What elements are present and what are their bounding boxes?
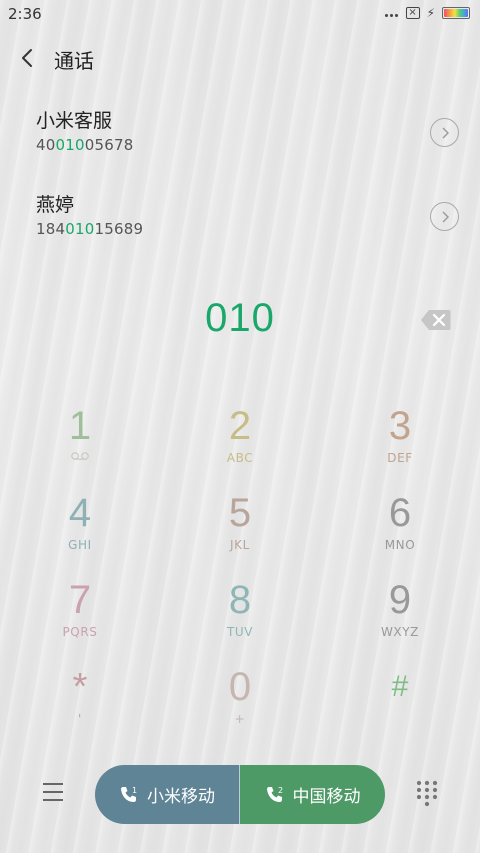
header: 通话 bbox=[0, 36, 480, 80]
status-icons: × ⚡ bbox=[383, 6, 470, 20]
voicemail-icon bbox=[71, 452, 89, 460]
contact-item[interactable]: 小米客服 4001005678 bbox=[0, 106, 480, 176]
svg-text:1: 1 bbox=[132, 786, 137, 795]
sim1-label: 小米移动 bbox=[147, 787, 215, 807]
key-digit: 2 bbox=[228, 404, 252, 448]
menu-icon[interactable] bbox=[42, 782, 64, 802]
key-5[interactable]: 5 JKL bbox=[160, 487, 320, 573]
status-bar: 2:36 × ⚡ bbox=[0, 0, 480, 28]
key-digit: 1 bbox=[68, 404, 92, 448]
key-1[interactable]: 1 bbox=[0, 400, 160, 486]
contact-number: 18401015689 bbox=[36, 220, 144, 238]
key-letters: MNO bbox=[384, 538, 416, 552]
key-4[interactable]: 4 GHI bbox=[0, 487, 160, 573]
keypad-icon[interactable] bbox=[415, 780, 439, 808]
key-8[interactable]: 8 TUV bbox=[160, 574, 320, 660]
no-sim-icon: × bbox=[405, 7, 420, 19]
key-pause-mark: ' bbox=[78, 712, 82, 726]
key-digit: 3 bbox=[388, 404, 412, 448]
page-title: 通话 bbox=[54, 49, 94, 73]
key-letters: GHI bbox=[68, 538, 92, 552]
sim2-label: 中国移动 bbox=[292, 787, 361, 807]
contact-number: 4001005678 bbox=[36, 136, 134, 154]
svg-text:2: 2 bbox=[278, 786, 283, 795]
key-2[interactable]: 2 ABC bbox=[160, 400, 320, 486]
key-digit: 8 bbox=[228, 578, 252, 622]
contact-item[interactable]: 燕婷 18401015689 bbox=[0, 190, 480, 260]
battery-icon bbox=[442, 7, 470, 19]
key-hash[interactable]: # bbox=[320, 661, 480, 747]
key-6[interactable]: 6 MNO bbox=[320, 487, 480, 573]
status-time: 2:36 bbox=[8, 5, 42, 23]
key-digit: 4 bbox=[68, 491, 92, 535]
chevron-right-icon bbox=[442, 211, 449, 222]
key-digit: * bbox=[72, 666, 88, 708]
key-digit: 9 bbox=[388, 578, 412, 622]
back-icon[interactable] bbox=[18, 46, 38, 70]
call-sim1-button[interactable]: 1 小米移动 bbox=[95, 765, 240, 824]
key-9[interactable]: 9 WXYZ bbox=[320, 574, 480, 660]
phone-icon: 2 bbox=[266, 786, 283, 802]
contact-name: 燕婷 bbox=[36, 194, 75, 216]
charging-icon: ⚡ bbox=[426, 6, 435, 20]
phone-icon: 1 bbox=[121, 786, 137, 802]
key-star[interactable]: * ' bbox=[0, 661, 160, 747]
key-digit: 6 bbox=[388, 491, 412, 535]
key-digit: 5 bbox=[228, 491, 252, 535]
key-letters: PQRS bbox=[62, 625, 98, 639]
contact-detail-button[interactable] bbox=[430, 118, 459, 147]
key-letters: + bbox=[234, 712, 246, 726]
key-digit: 0 bbox=[228, 665, 252, 709]
call-buttons: 1 小米移动 2 中国移动 bbox=[95, 765, 385, 824]
backspace-icon[interactable] bbox=[420, 309, 451, 331]
key-3[interactable]: 3 DEF bbox=[320, 400, 480, 486]
key-0[interactable]: 0 + bbox=[160, 661, 320, 747]
key-digit: # bbox=[391, 670, 409, 703]
key-letters: WXYZ bbox=[380, 625, 420, 639]
call-sim2-button[interactable]: 2 中国移动 bbox=[240, 765, 385, 824]
key-digit: 7 bbox=[68, 578, 92, 622]
contact-name: 小米客服 bbox=[36, 110, 113, 132]
more-dots-icon bbox=[383, 6, 399, 20]
key-7[interactable]: 7 PQRS bbox=[0, 574, 160, 660]
dialed-number: 010 bbox=[205, 296, 275, 340]
contact-detail-button[interactable] bbox=[430, 202, 459, 231]
key-letters: TUV bbox=[226, 625, 254, 639]
key-letters: ABC bbox=[226, 451, 254, 465]
key-letters: DEF bbox=[387, 451, 413, 465]
chevron-right-icon bbox=[442, 127, 449, 138]
key-letters: JKL bbox=[230, 538, 250, 552]
